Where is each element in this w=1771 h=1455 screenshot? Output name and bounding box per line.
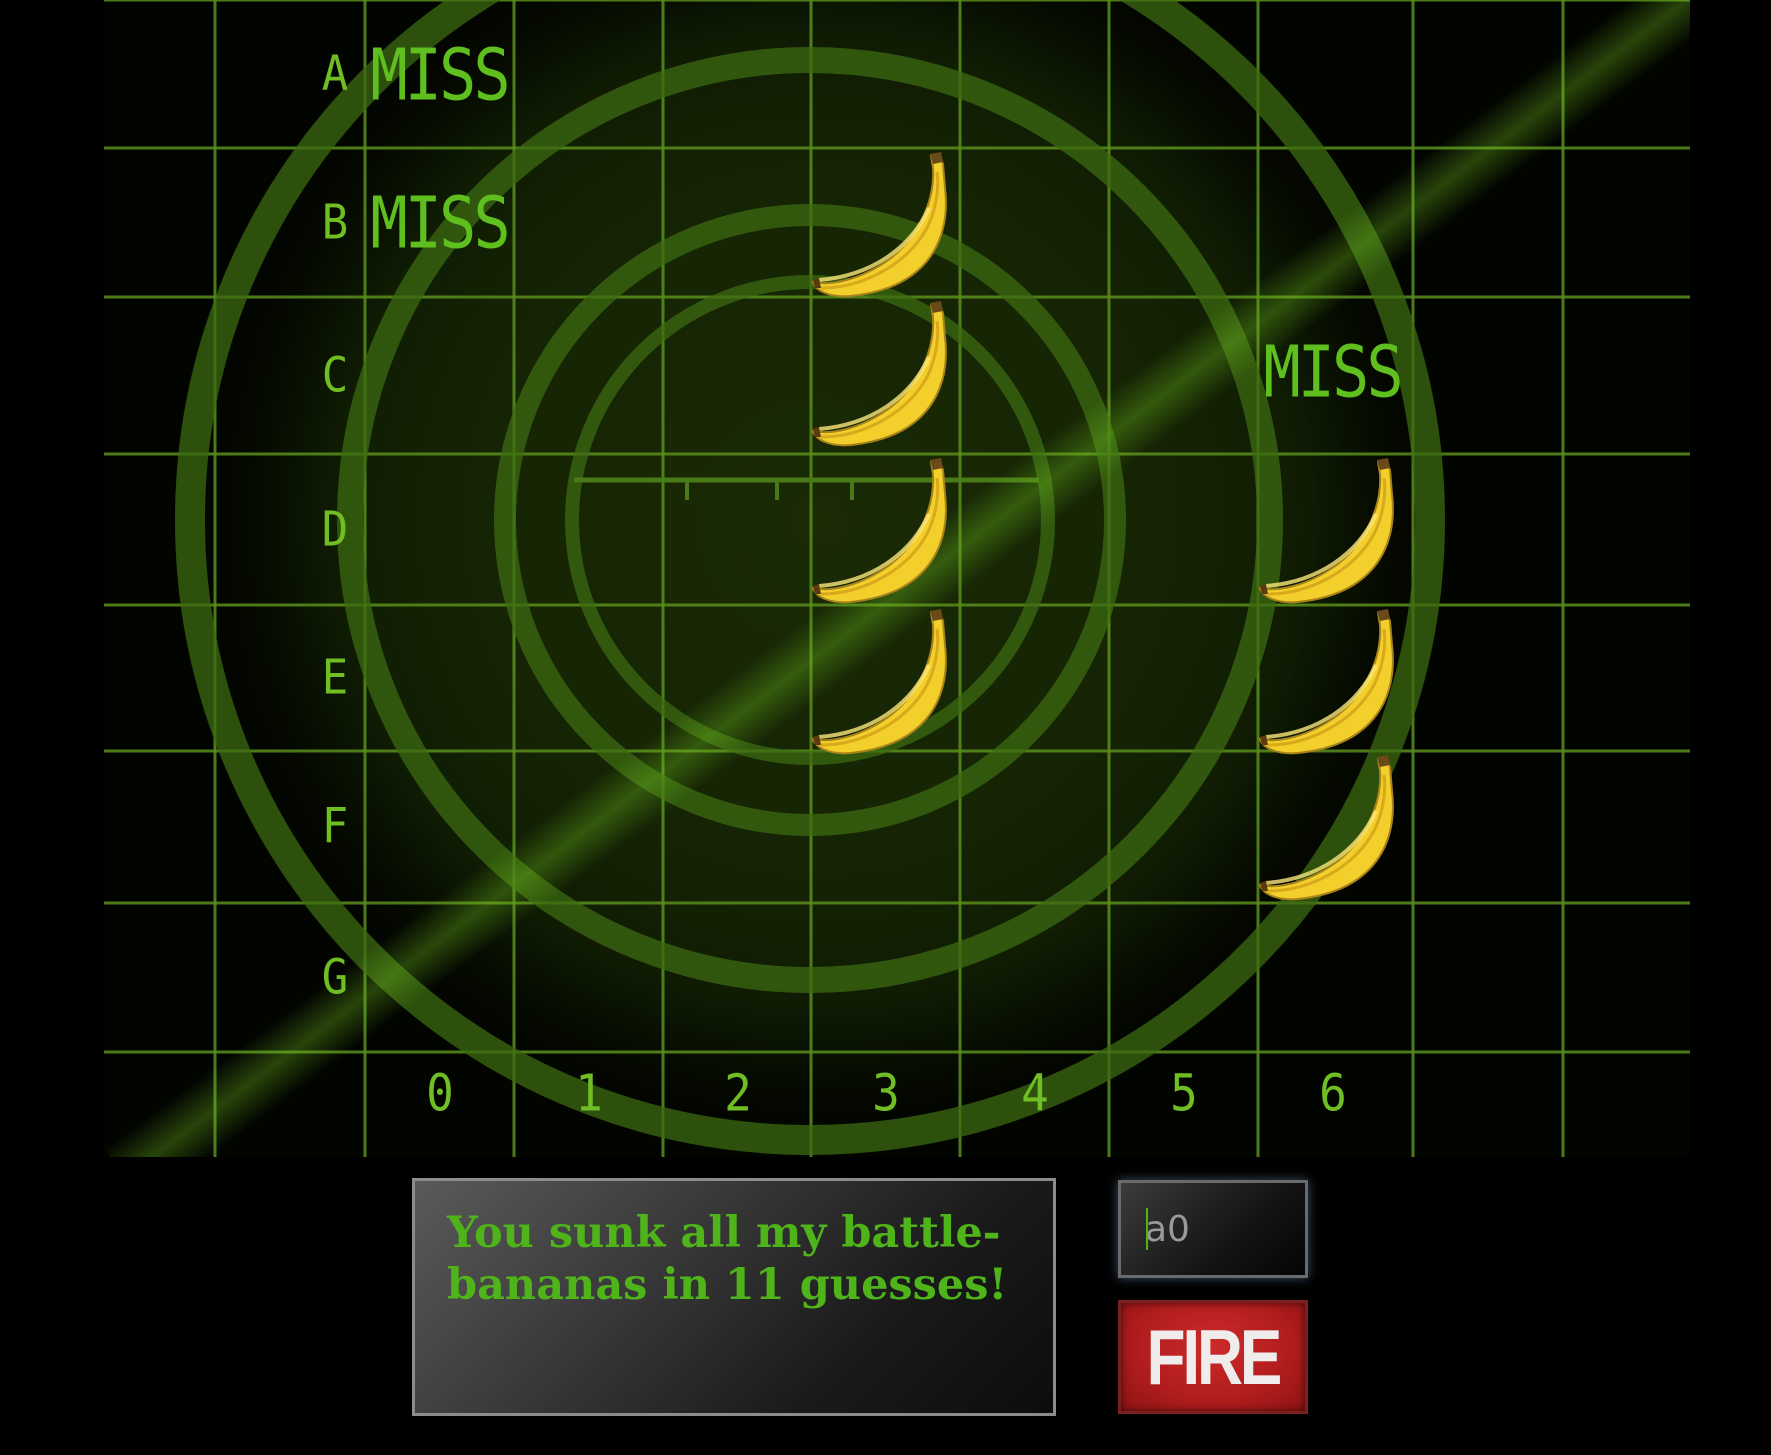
board-cell-a2[interactable] <box>663 0 811 148</box>
col-label-4: 4 <box>1021 1063 1049 1123</box>
board-cell-b5[interactable] <box>1109 148 1257 296</box>
board-cell-c0[interactable] <box>365 297 513 445</box>
fire-button[interactable]: FIRE <box>1118 1300 1308 1414</box>
board-cell-f1[interactable] <box>514 751 662 899</box>
board-cell-d0[interactable] <box>365 454 513 602</box>
miss-marker: MISS <box>1263 329 1403 413</box>
board-cell-d4[interactable] <box>960 454 1108 602</box>
board-cell-b6[interactable] <box>1258 148 1406 296</box>
col-label-1: 1 <box>575 1063 603 1123</box>
board-cell-b4[interactable] <box>960 148 1108 296</box>
col-label-3: 3 <box>872 1063 900 1123</box>
board-cell-c5[interactable] <box>1109 297 1257 445</box>
board-cell-f4[interactable] <box>960 751 1108 899</box>
banana-icon <box>1258 609 1394 755</box>
col-label-5: 5 <box>1170 1063 1198 1123</box>
board-cell-f3[interactable] <box>811 751 959 899</box>
board-cell-a6[interactable] <box>1258 0 1406 148</box>
board-cell-e1[interactable] <box>514 605 662 753</box>
miss-marker: MISS <box>370 180 510 264</box>
col-label-2: 2 <box>724 1063 752 1123</box>
board-cell-a3[interactable] <box>811 0 959 148</box>
board-cell-g6[interactable] <box>1258 903 1406 1051</box>
row-label-e: E <box>321 649 349 706</box>
banana-icon <box>811 152 947 298</box>
board-cell-f0[interactable] <box>365 751 513 899</box>
board-cell-d1[interactable] <box>514 454 662 602</box>
row-label-f: F <box>321 798 349 855</box>
board-cell-c4[interactable] <box>960 297 1108 445</box>
board-cell-f5[interactable] <box>1109 751 1257 899</box>
board-cell-g0[interactable] <box>365 903 513 1051</box>
board-cell-g4[interactable] <box>960 903 1108 1051</box>
banana-icon <box>811 301 947 447</box>
board-cell-e4[interactable] <box>960 605 1108 753</box>
banana-icon <box>1258 755 1394 901</box>
row-label-g: G <box>321 948 349 1005</box>
fire-button-label: FIRE <box>1146 1312 1283 1401</box>
board-cell-g3[interactable] <box>811 903 959 1051</box>
banana-icon <box>1258 458 1394 604</box>
row-label-b: B <box>321 193 349 250</box>
board-cell-e0[interactable] <box>365 605 513 753</box>
board-cell-e5[interactable] <box>1109 605 1257 753</box>
board-cell-b1[interactable] <box>514 148 662 296</box>
row-label-c: C <box>321 346 349 403</box>
board-cell-b2[interactable] <box>663 148 811 296</box>
col-label-6: 6 <box>1319 1063 1347 1123</box>
message-text: You sunk all my battle-bananas in 11 gue… <box>447 1208 1008 1310</box>
col-label-0: 0 <box>426 1063 454 1123</box>
radar-board: A B C D E F G 0 1 2 3 4 5 6 MISS MISS MISS <box>104 0 1690 1157</box>
message-area: You sunk all my battle-bananas in 11 gue… <box>412 1178 1056 1416</box>
board-cell-a5[interactable] <box>1109 0 1257 148</box>
miss-marker: MISS <box>370 32 510 116</box>
board-cell-e2[interactable] <box>663 605 811 753</box>
board-cell-g5[interactable] <box>1109 903 1257 1051</box>
banana-icon <box>811 609 947 755</box>
board-cell-a1[interactable] <box>514 0 662 148</box>
board-cell-a4[interactable] <box>960 0 1108 148</box>
row-label-a: A <box>321 45 349 102</box>
row-label-d: D <box>321 500 349 557</box>
text-caret <box>1146 1208 1148 1250</box>
board-cell-f2[interactable] <box>663 751 811 899</box>
banana-icon <box>811 458 947 604</box>
board-cell-c2[interactable] <box>663 297 811 445</box>
board-cell-g1[interactable] <box>514 903 662 1051</box>
board-cell-d5[interactable] <box>1109 454 1257 602</box>
board-cell-d2[interactable] <box>663 454 811 602</box>
board-cell-g2[interactable] <box>663 903 811 1051</box>
board-cell-c1[interactable] <box>514 297 662 445</box>
